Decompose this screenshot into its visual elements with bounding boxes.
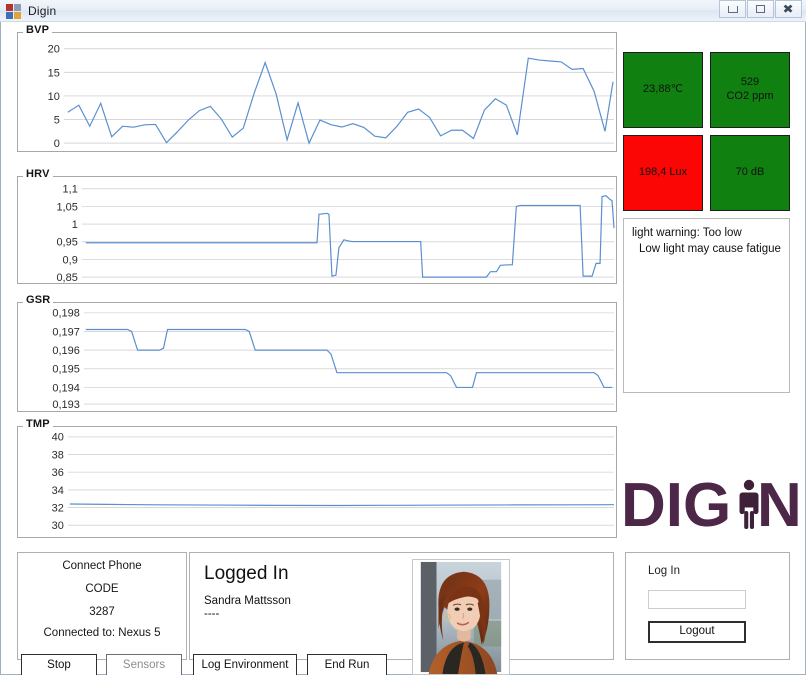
svg-text:40: 40 — [52, 432, 64, 444]
logout-button[interactable]: Logout — [648, 621, 746, 643]
svg-text:0: 0 — [54, 138, 60, 150]
application-window: Digin ✖ BVP 20 15 10 5 0 HRV 1,1 1,05 1 … — [0, 0, 806, 675]
svg-text:0,9: 0,9 — [63, 254, 78, 266]
sound-value: 70 dB — [735, 166, 765, 179]
person-icon — [739, 479, 759, 529]
svg-text:0,85: 0,85 — [56, 272, 77, 283]
svg-text:1,05: 1,05 — [56, 201, 77, 213]
login-panel: Log In Logout — [625, 552, 790, 660]
co2-tile[interactable]: 529 CO2 ppm — [710, 52, 790, 128]
series-hrv — [85, 194, 615, 278]
window-controls: ✖ — [719, 0, 802, 18]
code-label: CODE — [85, 583, 119, 595]
sensors-button[interactable]: Sensors — [106, 654, 182, 675]
series-gsr — [85, 328, 613, 389]
svg-text:0,196: 0,196 — [52, 345, 79, 357]
digin-logo: DIG N — [621, 472, 801, 537]
co2-number: 529 — [740, 76, 760, 89]
svg-text:30: 30 — [52, 520, 64, 532]
logo-graphic: DIG N — [621, 474, 799, 536]
svg-text:38: 38 — [52, 449, 64, 461]
light-value: 198,4 Lux — [638, 166, 688, 179]
svg-text:5: 5 — [54, 115, 60, 127]
yticks-bvp: 20 15 10 5 0 — [48, 44, 60, 150]
connect-phone-panel: Connect Phone CODE 3287 Connected to: Ne… — [17, 552, 187, 660]
chart-plot-gsr: 0,198 0,197 0,196 0,195 0,194 0,193 — [52, 308, 615, 411]
session-panel: Logged In Sandra Mattsson ---- — [189, 552, 614, 675]
light-tile[interactable]: 198,4 Lux — [623, 135, 703, 211]
svg-text:32: 32 — [52, 503, 64, 515]
temperature-tile[interactable]: 23,88℃ — [623, 52, 703, 128]
sound-tile[interactable]: 70 dB — [710, 135, 790, 211]
minimize-button[interactable] — [719, 0, 746, 18]
window-title: Digin — [28, 3, 57, 18]
co2-value: 529 CO2 ppm — [726, 76, 773, 104]
log-environment-button[interactable]: Log Environment — [193, 654, 297, 675]
user-name: Sandra Mattsson — [204, 595, 291, 607]
session-heading: Logged In — [204, 563, 289, 584]
gridlines-gsr — [83, 312, 615, 405]
avatar — [412, 559, 510, 675]
connect-phone-title: Connect Phone — [62, 560, 142, 572]
title-bar: Digin ✖ — [0, 0, 806, 22]
svg-text:15: 15 — [48, 67, 60, 79]
yticks-tmp: 40 38 36 34 32 30 — [52, 432, 64, 532]
code-value: 3287 — [89, 606, 115, 618]
app-icon — [6, 3, 22, 19]
svg-text:0,193: 0,193 — [52, 399, 79, 411]
gridlines-bvp — [63, 48, 615, 144]
warning-panel: light warning: Too low Low light may cau… — [623, 218, 790, 393]
svg-text:1: 1 — [72, 219, 78, 231]
gridlines-hrv — [81, 188, 615, 278]
svg-text:34: 34 — [52, 485, 64, 497]
login-label: Log In — [648, 565, 680, 577]
svg-text:0,95: 0,95 — [56, 237, 77, 249]
stop-button[interactable]: Stop — [21, 654, 97, 675]
co2-unit: CO2 ppm — [726, 90, 774, 102]
chart-panel-tmp: TMP 40 38 36 34 32 30 — [17, 418, 617, 538]
close-button[interactable]: ✖ — [775, 0, 802, 18]
maximize-icon — [756, 5, 765, 13]
chart-plot-bvp: 20 15 10 5 0 — [48, 44, 615, 150]
warning-line-2: Low light may cause fatigue — [639, 243, 781, 256]
svg-text:0,194: 0,194 — [52, 382, 79, 394]
svg-text:10: 10 — [48, 91, 60, 103]
chart-plot-hrv: 1,1 1,05 1 0,95 0,9 0,85 — [56, 184, 615, 283]
connected-device: Connected to: Nexus 5 — [43, 627, 161, 639]
logo-text-n: N — [757, 474, 799, 536]
series-bvp — [67, 57, 614, 145]
maximize-button[interactable] — [747, 0, 774, 18]
end-run-button[interactable]: End Run — [307, 654, 387, 675]
close-icon: ✖ — [782, 2, 795, 16]
series-tmp — [69, 503, 615, 507]
chart-panel-hrv: HRV 1,1 1,05 1 0,95 0,9 0,85 — [17, 168, 617, 284]
chart-panel-bvp: BVP 20 15 10 5 0 — [17, 24, 617, 152]
svg-text:20: 20 — [48, 44, 60, 56]
minimize-icon — [727, 5, 738, 13]
yticks-hrv: 1,1 1,05 1 0,95 0,9 0,85 — [56, 184, 77, 283]
yticks-gsr: 0,198 0,197 0,196 0,195 0,194 0,193 — [52, 308, 79, 411]
svg-text:0,195: 0,195 — [52, 364, 79, 376]
temperature-value: 23,88℃ — [643, 83, 683, 96]
client-area: BVP 20 15 10 5 0 HRV 1,1 1,05 1 0,95 0,9… — [0, 22, 806, 675]
user-detail: ---- — [204, 608, 220, 620]
login-input[interactable] — [648, 590, 746, 609]
svg-text:0,197: 0,197 — [52, 326, 79, 338]
svg-text:1,1: 1,1 — [63, 184, 78, 196]
svg-text:0,198: 0,198 — [52, 308, 79, 320]
svg-text:36: 36 — [52, 467, 64, 479]
chart-plot-tmp: 40 38 36 34 32 30 — [52, 432, 615, 532]
logo-text-dig: DIG — [621, 474, 731, 536]
warning-line-1: light warning: Too low — [632, 227, 742, 239]
gridlines-tmp — [67, 436, 615, 526]
avatar-image — [413, 560, 509, 674]
chart-panel-gsr: GSR 0,198 0,197 0,196 0,195 0,194 0,193 — [17, 294, 617, 412]
